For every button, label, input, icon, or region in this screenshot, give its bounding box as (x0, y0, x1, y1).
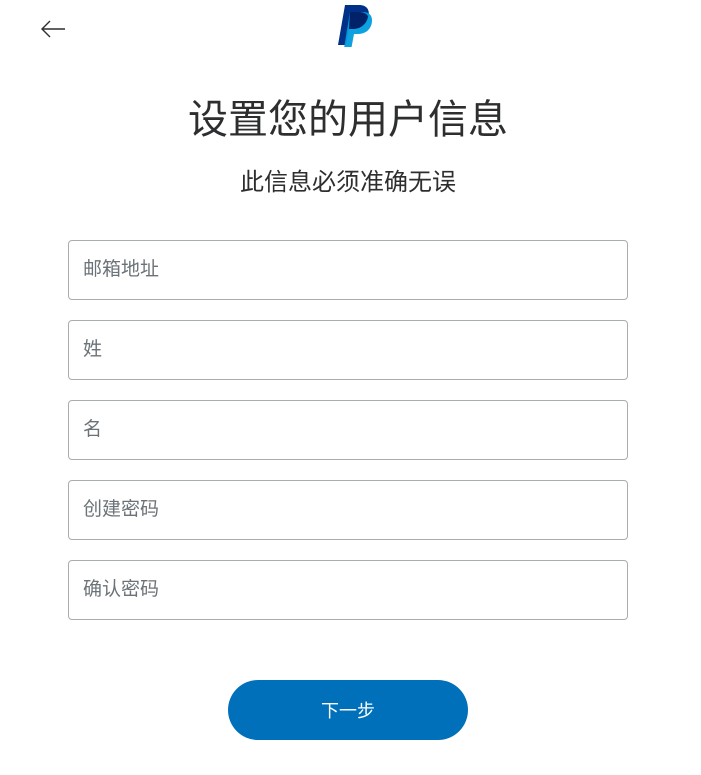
confirm-password-field[interactable] (69, 561, 627, 619)
first-name-field-container (68, 400, 628, 460)
create-password-field-container (68, 480, 628, 540)
last-name-field-container (68, 320, 628, 380)
paypal-logo-icon (336, 4, 376, 48)
confirm-password-field-container (68, 560, 628, 620)
last-name-field[interactable] (69, 321, 627, 379)
first-name-field[interactable] (69, 401, 627, 459)
email-field[interactable] (69, 241, 627, 299)
arrow-left-icon (41, 20, 65, 38)
page-subtitle: 此信息必须准确无误 (240, 169, 456, 196)
email-field-container (68, 240, 628, 300)
signup-page: 设置您的用户信息 此信息必须准确无误 下一步 (0, 0, 701, 775)
back-button[interactable] (36, 14, 70, 44)
next-button[interactable]: 下一步 (228, 680, 468, 740)
create-password-field[interactable] (69, 481, 627, 539)
page-title: 设置您的用户信息 (188, 98, 508, 142)
